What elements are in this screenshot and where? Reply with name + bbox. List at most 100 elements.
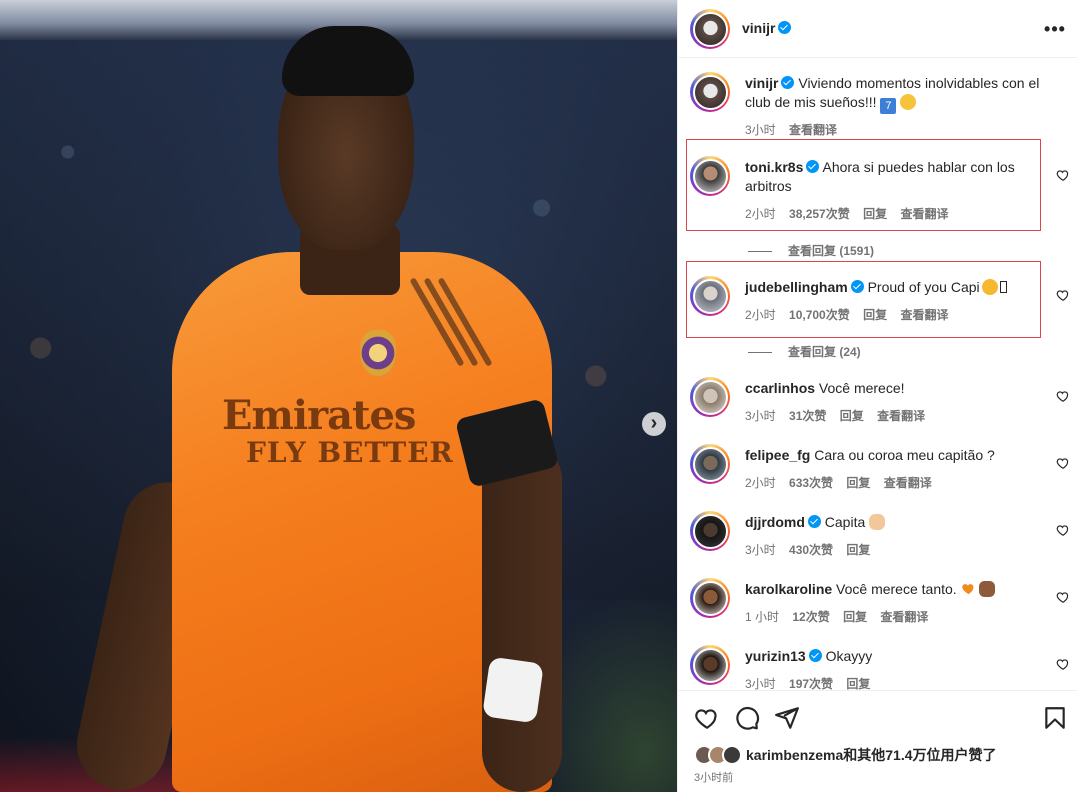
heart-icon[interactable] (694, 705, 720, 731)
comment-username[interactable]: karolkaroline (745, 581, 832, 597)
heart-icon[interactable] (1056, 288, 1070, 302)
view-replies-link[interactable]: 查看回复 (1591) (748, 242, 874, 259)
post-actions-bar: karimbenzema和其他71.4万位用户赞了 3小时前 (678, 690, 1077, 792)
verified-icon (808, 649, 822, 662)
heart-icon[interactable] (1056, 168, 1070, 182)
comment-reply-link[interactable]: 回复 (840, 409, 864, 423)
comment-likes[interactable]: 12次赞 (792, 610, 829, 624)
comment-avatar[interactable] (690, 578, 730, 618)
comment-meta: 2小时 10,700次赞 回复 查看翻译 (745, 306, 958, 323)
comment-meta: 2小时 38,257次赞 回复 查看翻译 (745, 205, 958, 222)
verified-icon (781, 76, 795, 89)
instagram-post-view: Emirates FLY BETTER › vinijr ••• vinijr … (0, 0, 1077, 792)
share-icon[interactable] (774, 705, 800, 731)
carousel-next-button[interactable]: › (642, 412, 666, 436)
club-crest (360, 330, 396, 376)
number-seven-emoji: 7 (880, 98, 897, 114)
comments-list[interactable]: vinijr Viviendo momentos inolvidables co… (678, 58, 1077, 690)
comment-time: 1 小时 (745, 610, 780, 624)
caption-meta: 3小时 查看翻译 (745, 121, 847, 138)
heart-icon[interactable] (1056, 590, 1070, 604)
heart-icon[interactable] (1056, 657, 1070, 671)
fist-emoji (979, 581, 996, 597)
comment-likes[interactable]: 10,700次赞 (789, 308, 850, 322)
comment-body: Você merece! (818, 380, 905, 396)
clapping-hands-emoji (869, 514, 886, 530)
caption-username[interactable]: vinijr (745, 75, 778, 91)
chevron-right-icon: › (650, 412, 658, 434)
comment-reply-link[interactable]: 回复 (863, 308, 887, 322)
caption-time: 3小时 (745, 123, 776, 137)
comment-icon[interactable] (734, 705, 760, 731)
comment-text: felipee_fg Cara ou coroa meu capitão ? (745, 446, 1047, 465)
player-right-arm (482, 440, 562, 792)
liker-avatar (722, 745, 742, 765)
comment-reply-link[interactable]: 回复 (846, 543, 870, 557)
more-icon[interactable]: ••• (1044, 19, 1065, 39)
comment-likes[interactable]: 38,257次赞 (789, 207, 850, 221)
bookmark-icon[interactable] (1042, 705, 1068, 731)
comment-reply-link[interactable]: 回复 (843, 610, 867, 624)
caption-translate-link[interactable]: 查看翻译 (789, 123, 837, 137)
astonished-emoji (900, 94, 917, 110)
comment-likes[interactable]: 31次赞 (789, 409, 826, 423)
comment-avatar[interactable] (690, 156, 730, 196)
post-header: vinijr ••• (678, 0, 1077, 58)
liked-by-row[interactable]: karimbenzema和其他71.4万位用户赞了 (694, 745, 997, 765)
comment-likes[interactable]: 633次赞 (789, 476, 833, 490)
comment-translate-link[interactable]: 查看翻译 (900, 207, 948, 221)
comment-username[interactable]: toni.kr8s (745, 159, 803, 175)
owner-username[interactable]: vinijr (742, 20, 792, 36)
comment-body: Você merece tanto. (836, 581, 957, 597)
jersey-sponsor-line1: Emirates (222, 392, 416, 439)
comment-likes[interactable]: 197次赞 (789, 677, 833, 690)
comment-body: Okayyy (825, 648, 873, 664)
comment-text: toni.kr8s Ahora si puedes hablar con los… (745, 158, 1047, 196)
comment-reply-link[interactable]: 回复 (863, 207, 887, 221)
comment-time: 2小时 (745, 308, 776, 322)
comment-avatar[interactable] (690, 276, 730, 316)
comment-avatar[interactable] (690, 511, 730, 551)
comment-body: Cara ou coroa meu capitão ? (814, 447, 995, 463)
comment-time: 2小时 (745, 207, 776, 221)
comment-likes[interactable]: 430次赞 (789, 543, 833, 557)
liked-by-text[interactable]: karimbenzema和其他71.4万位用户赞了 (746, 745, 997, 765)
comment-text: djjrdomd Capita (745, 513, 1047, 532)
heart-icon[interactable] (1056, 456, 1070, 470)
verified-icon (806, 160, 820, 173)
comment-username[interactable]: djjrdomd (745, 514, 805, 530)
comment-username[interactable]: judebellingham (745, 279, 848, 295)
heart-icon[interactable] (1056, 523, 1070, 537)
comment-translate-link[interactable]: 查看翻译 (880, 610, 928, 624)
comment-translate-link[interactable]: 查看翻译 (877, 409, 925, 423)
verified-icon (778, 21, 792, 34)
comment-avatar[interactable] (690, 645, 730, 685)
heart-icon[interactable] (1056, 389, 1070, 403)
caption-avatar[interactable] (690, 72, 730, 112)
comment-text: yurizin13 Okayyy (745, 647, 1047, 666)
comment-reply-link[interactable]: 回复 (846, 476, 870, 490)
comment-username[interactable]: felipee_fg (745, 447, 810, 463)
highlight-box-jude (686, 261, 1041, 338)
player-hair (282, 26, 414, 96)
wrist-tape (482, 656, 544, 724)
comment-translate-link[interactable]: 查看翻译 (900, 308, 948, 322)
view-replies-link[interactable]: 查看回复 (24) (748, 343, 861, 360)
jersey-sponsor-line2: FLY BETTER (246, 436, 454, 469)
caption-text: vinijr Viviendo momentos inolvidables co… (745, 74, 1047, 114)
comment-username[interactable]: yurizin13 (745, 648, 806, 664)
post-time[interactable]: 3小时前 (694, 769, 733, 785)
owner-avatar[interactable] (690, 9, 730, 49)
comment-reply-link[interactable]: 回复 (846, 677, 870, 690)
comment-avatar[interactable] (690, 444, 730, 484)
comment-meta: 1 小时 12次赞 回复 查看翻译 (745, 608, 938, 625)
comment-time: 3小时 (745, 677, 776, 690)
comment-body: Proud of you Capi (867, 279, 980, 295)
comment-avatar[interactable] (690, 377, 730, 417)
comment-username[interactable]: ccarlinhos (745, 380, 815, 396)
comment-time: 2小时 (745, 476, 776, 490)
post-photo[interactable]: Emirates FLY BETTER › (0, 0, 677, 792)
comment-meta: 3小时 31次赞 回复 查看翻译 (745, 407, 935, 424)
comment-translate-link[interactable]: 查看翻译 (884, 476, 932, 490)
post-side-panel: vinijr ••• vinijr Viviendo momentos inol… (677, 0, 1077, 792)
